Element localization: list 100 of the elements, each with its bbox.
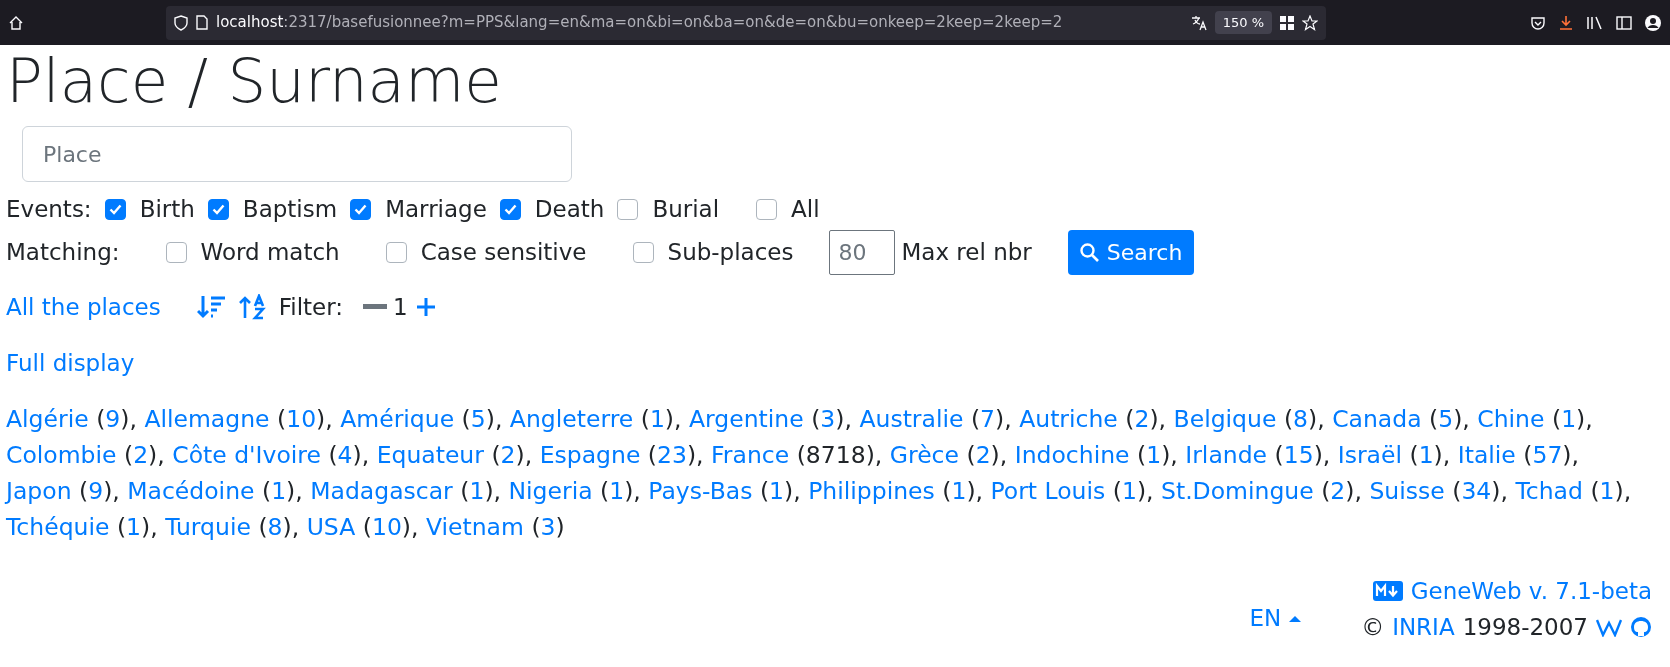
checkbox[interactable] — [499, 198, 521, 220]
place-link[interactable]: Grèce — [889, 440, 959, 469]
place-link[interactable]: Australie — [859, 404, 964, 433]
place-link[interactable]: Chine — [1477, 404, 1545, 433]
count-link[interactable]: 8 — [1293, 404, 1308, 433]
place-link[interactable]: Autriche — [1019, 404, 1118, 433]
count-link[interactable]: 9 — [105, 404, 121, 433]
checkbox[interactable] — [207, 198, 229, 220]
count-link[interactable]: 1 — [1599, 476, 1615, 505]
count-link[interactable]: 3 — [540, 512, 556, 541]
count-link[interactable]: 3 — [820, 404, 836, 433]
count-link[interactable]: 1 — [649, 404, 665, 433]
place-link[interactable]: Philippines — [808, 476, 935, 505]
count-link[interactable]: 2 — [1330, 476, 1346, 505]
count-link[interactable]: 1 — [271, 476, 287, 505]
place-link[interactable]: St.Domingue — [1161, 476, 1314, 505]
star-icon[interactable] — [1302, 14, 1318, 31]
place-link[interactable]: Turquie — [165, 512, 251, 541]
place-link[interactable]: Pays-Bas — [648, 476, 753, 505]
count-link[interactable]: 1 — [609, 476, 625, 505]
count-link[interactable]: 8 — [267, 512, 283, 541]
place-link[interactable]: Tchéquie — [6, 512, 110, 541]
zoom-level[interactable]: 150 % — [1214, 10, 1272, 35]
plus-icon[interactable] — [415, 297, 436, 318]
place-link[interactable]: Angleterre — [509, 404, 634, 433]
place-link[interactable]: Japon — [6, 476, 72, 505]
place-link[interactable]: Indochine — [1014, 440, 1130, 469]
place-link[interactable]: Canada — [1332, 404, 1422, 433]
place-link[interactable]: Macédoine — [127, 476, 255, 505]
count-link[interactable]: 5 — [470, 404, 486, 433]
version-link[interactable]: GeneWeb v. 7.1-beta — [1410, 572, 1652, 609]
sidebar-icon[interactable] — [1616, 15, 1632, 30]
search-button[interactable]: Search — [1067, 229, 1195, 275]
place-field[interactable]: Place — [22, 126, 572, 183]
library-icon[interactable] — [1586, 14, 1604, 31]
account-icon[interactable] — [1644, 13, 1662, 32]
minus-icon[interactable] — [363, 304, 388, 311]
pocket-icon[interactable] — [1530, 14, 1546, 31]
checkbox[interactable] — [632, 241, 654, 263]
grid-icon[interactable] — [1280, 15, 1294, 30]
place-link[interactable]: Belgique — [1173, 404, 1277, 433]
count-link[interactable]: 1 — [1418, 440, 1434, 469]
count-link[interactable]: 23 — [657, 440, 687, 469]
home-icon[interactable] — [8, 14, 24, 31]
place-link[interactable]: Nigeria — [508, 476, 593, 505]
place-link[interactable]: Amérique — [340, 404, 455, 433]
place-link[interactable]: Madagascar — [310, 476, 453, 505]
place-link[interactable]: Tchad — [1515, 476, 1583, 505]
count-link[interactable]: 2 — [500, 440, 516, 469]
shield-icon[interactable] — [174, 14, 188, 31]
count-link[interactable]: 10 — [286, 404, 317, 433]
count-link[interactable]: 1 — [951, 476, 967, 505]
caret-icon[interactable] — [1289, 614, 1302, 623]
language-dropdown[interactable]: EN — [1249, 601, 1282, 636]
max-rel-field[interactable]: 80 — [829, 229, 896, 275]
place-link[interactable]: Equateur — [376, 440, 484, 469]
place-link[interactable]: Port Louis — [990, 476, 1106, 505]
count-link[interactable]: 34 — [1461, 476, 1492, 505]
place-link[interactable]: Argentine — [689, 404, 804, 433]
sort-descending-icon[interactable] — [196, 294, 227, 321]
place-link[interactable]: Suisse — [1369, 476, 1445, 505]
count-link[interactable]: 1 — [1146, 440, 1162, 469]
place-link[interactable]: Italie — [1457, 440, 1516, 469]
all-places-link[interactable]: All the places — [6, 289, 161, 325]
count-link[interactable]: 57 — [1532, 440, 1563, 469]
place-link[interactable]: Israël — [1337, 440, 1402, 469]
checkbox[interactable] — [617, 198, 639, 220]
address-bar[interactable]: localhost:2317/basefusionnee?m=PPS&lang=en&ma=on&bi=on&ba=on&de=on&bu=onkeep=2keep=2keep=2 150 % — [166, 5, 1326, 40]
place-link[interactable]: Colombie — [6, 440, 117, 469]
count-link[interactable]: 7 — [980, 404, 996, 433]
count-link[interactable]: 10 — [371, 512, 402, 541]
place-link[interactable]: Allemagne — [144, 404, 270, 433]
place-link[interactable]: Irlande — [1185, 440, 1268, 469]
inria-link[interactable]: INRIA — [1392, 608, 1455, 645]
full-display-link[interactable]: Full display — [6, 346, 1664, 381]
checkbox[interactable] — [756, 198, 778, 220]
count-link[interactable]: 5 — [1438, 404, 1454, 433]
place-link[interactable]: Espagne — [539, 440, 641, 469]
translate-icon[interactable] — [1190, 14, 1207, 31]
count-link[interactable]: 1 — [769, 476, 784, 505]
count-link[interactable]: 9 — [88, 476, 104, 505]
place-link[interactable]: USA — [306, 512, 356, 541]
count-link[interactable]: 1 — [1121, 476, 1137, 505]
place-link[interactable]: Algérie — [6, 404, 89, 433]
count-link[interactable]: 2 — [975, 440, 991, 469]
count-link[interactable]: 1 — [1561, 404, 1577, 433]
count-link[interactable]: 2 — [133, 440, 149, 469]
place-link[interactable]: Côte d'Ivoire — [172, 440, 321, 469]
count-link[interactable]: 1 — [126, 512, 142, 541]
checkbox[interactable] — [350, 198, 372, 220]
count-link[interactable]: 15 — [1283, 440, 1314, 469]
download-icon[interactable] — [1558, 14, 1574, 31]
place-link[interactable]: France — [711, 440, 790, 469]
count-link[interactable]: 2 — [1134, 404, 1150, 433]
checkbox[interactable] — [104, 198, 126, 220]
place-link[interactable]: Vietnam — [425, 512, 524, 541]
checkbox[interactable] — [165, 241, 187, 263]
checkbox[interactable] — [385, 241, 407, 263]
count-link[interactable]: 4 — [337, 440, 353, 469]
count-link[interactable]: 1 — [469, 476, 485, 505]
